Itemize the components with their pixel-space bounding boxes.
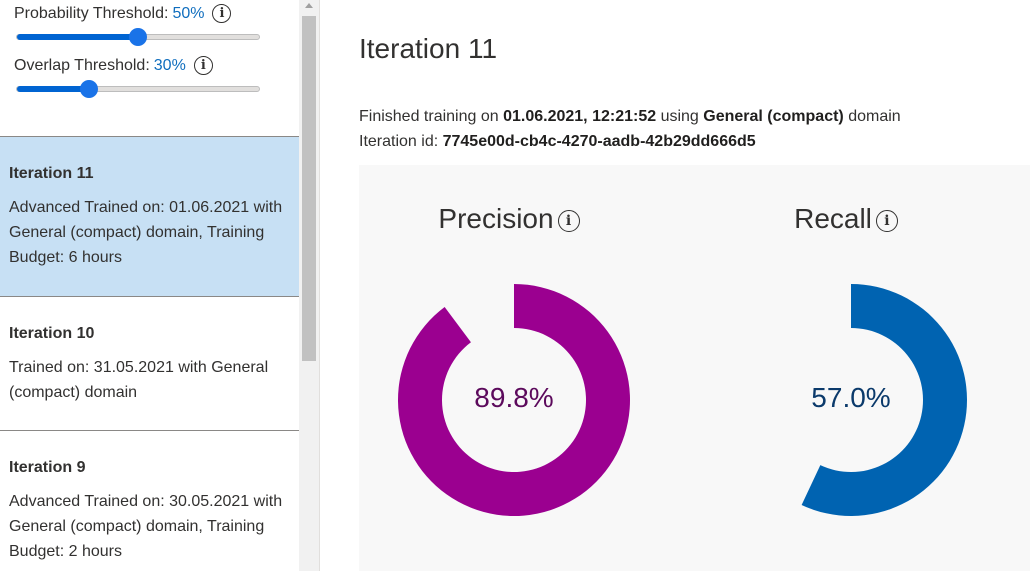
slider-thumb[interactable] <box>80 80 99 98</box>
domain-name: General (compact) <box>703 108 844 125</box>
iteration-list: Iteration 11 Advanced Trained on: 01.06.… <box>0 136 299 571</box>
iteration-id-line: Iteration id: 7745e00d-cb4c-4270-aadb-42… <box>359 133 756 151</box>
page-title: Iteration 11 <box>359 33 498 64</box>
iteration-list-item[interactable]: Iteration 10 Trained on: 31.05.2021 with… <box>0 296 299 430</box>
info-icon[interactable]: i <box>193 56 213 75</box>
precision-metric: Precision i 89.8% <box>359 165 659 571</box>
info-icon[interactable]: i <box>875 210 898 232</box>
iterations-panel: Probability Threshold: 50% i Overlap Thr… <box>0 0 299 571</box>
scroll-up-arrow-icon[interactable] <box>305 3 313 8</box>
domain-suffix: domain <box>848 108 901 125</box>
probability-threshold-label: Probability Threshold: <box>14 4 169 22</box>
iteration-list-scrollbar[interactable] <box>299 0 320 571</box>
info-icon[interactable]: i <box>557 210 580 232</box>
iteration-description: Trained on: 31.05.2021 with General (com… <box>9 359 269 401</box>
iteration-name: Iteration 11 <box>9 165 94 182</box>
iteration-list-item[interactable]: Iteration 9 Advanced Trained on: 30.05.2… <box>0 430 299 571</box>
slider-track[interactable] <box>16 86 260 92</box>
recall-metric: Recall i 57.0% <box>696 165 996 571</box>
iteration-description: Advanced Trained on: 30.05.2021 with Gen… <box>9 493 283 560</box>
iteration-name: Iteration 10 <box>9 325 95 342</box>
using-text: using <box>660 108 699 125</box>
overlap-threshold-value: 30% <box>153 56 186 74</box>
recall-title: Recall <box>794 203 872 234</box>
finished-date: 01.06.2021, 12:21:52 <box>503 108 657 125</box>
iteration-name: Iteration 9 <box>9 459 86 476</box>
info-icon[interactable]: i <box>212 4 232 23</box>
slider-thumb[interactable] <box>129 28 147 46</box>
overlap-threshold-slider[interactable]: Overlap Threshold: 30% i <box>14 56 264 98</box>
scrollbar-thumb[interactable] <box>302 16 316 361</box>
precision-title: Precision <box>438 203 554 234</box>
iteration-description: Advanced Trained on: 01.06.2021 with Gen… <box>9 199 283 266</box>
iteration-id: 7745e00d-cb4c-4270-aadb-42b29dd666d5 <box>442 133 756 150</box>
slider-fill <box>17 34 139 40</box>
metrics-card: Precision i 89.8% Recall i 57.0% <box>359 165 1030 571</box>
iteration-list-item[interactable]: Iteration 11 Advanced Trained on: 01.06.… <box>0 136 299 296</box>
iteration-id-label: Iteration id: <box>359 133 439 150</box>
training-info: Finished training on 01.06.2021, 12:21:5… <box>359 108 901 126</box>
finished-prefix: Finished training on <box>359 108 499 125</box>
precision-value: 89.8% <box>474 382 554 413</box>
iteration-details: Iteration 11 Finished training on 01.06.… <box>320 0 1030 571</box>
overlap-threshold-label: Overlap Threshold: <box>14 56 150 74</box>
probability-threshold-slider[interactable]: Probability Threshold: 50% i <box>14 4 264 46</box>
probability-threshold-value: 50% <box>172 4 205 22</box>
recall-value: 57.0% <box>811 382 891 413</box>
